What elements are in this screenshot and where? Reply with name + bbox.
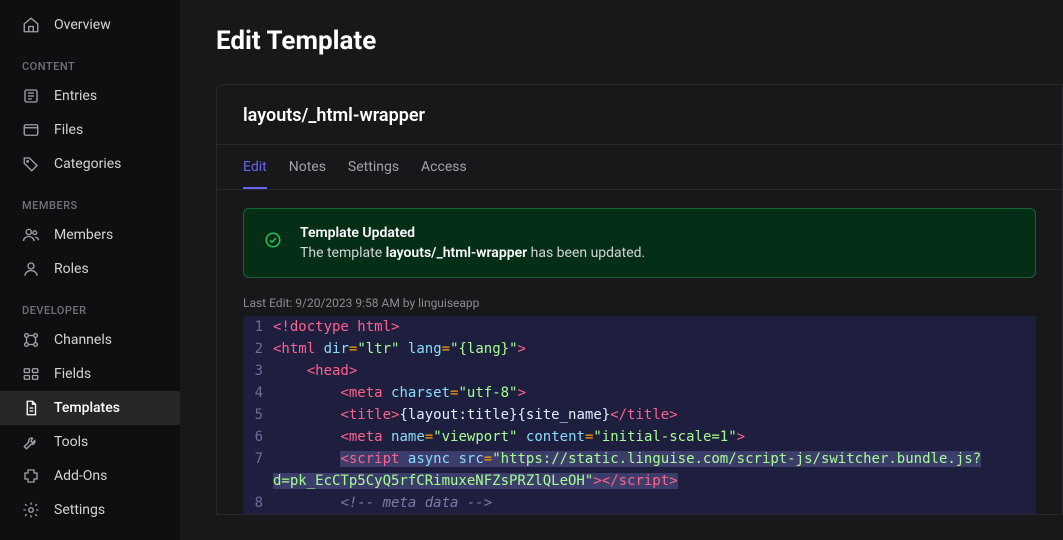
template-name: layouts/_html-wrapper [243, 105, 1036, 126]
sidebar-item-settings[interactable]: Settings [0, 493, 180, 527]
alert-template-name: layouts/_html-wrapper [386, 245, 528, 261]
sidebar-item-label: Add-Ons [54, 468, 107, 484]
tab-access[interactable]: Access [421, 145, 467, 189]
sidebar-item-overview[interactable]: Overview [0, 8, 180, 42]
tools-icon [22, 433, 40, 451]
code-content[interactable]: <title>{layout:title}{site_name}</title> [273, 404, 678, 426]
sidebar-item-files[interactable]: Files [0, 113, 180, 147]
sidebar-item-addons[interactable]: Add-Ons [0, 459, 180, 493]
gear-icon [22, 501, 40, 519]
sidebar-item-templates[interactable]: Templates [0, 391, 180, 425]
alert-title: Template Updated [300, 225, 645, 241]
code-line[interactable]: 3 <head> [243, 360, 1036, 382]
users-icon [22, 226, 40, 244]
code-content[interactable]: <!-- meta data --> [273, 492, 492, 514]
sidebar-item-label: Files [54, 122, 83, 138]
fields-icon [22, 365, 40, 383]
code-line[interactable]: 2<html dir="ltr" lang="{lang}"> [243, 338, 1036, 360]
sidebar-item-channels[interactable]: Channels [0, 323, 180, 357]
line-number: 2 [243, 338, 273, 360]
files-icon [22, 121, 40, 139]
code-line[interactable]: 7 <script async src="https://static.ling… [243, 448, 1036, 470]
sidebar-item-label: Channels [54, 332, 112, 348]
code-content[interactable]: <script async src="https://static.lingui… [273, 448, 981, 470]
code-content[interactable]: <meta name="viewport" content="initial-s… [273, 426, 745, 448]
sidebar-section-content: CONTENT [0, 42, 180, 79]
code-line[interactable]: 6 <meta name="viewport" content="initial… [243, 426, 1036, 448]
alert-suffix: has been updated. [527, 245, 645, 261]
sidebar-item-fields[interactable]: Fields [0, 357, 180, 391]
sidebar-item-label: Tools [54, 434, 88, 450]
home-icon [22, 16, 40, 34]
tabs: Edit Notes Settings Access [217, 145, 1062, 190]
sidebar-item-label: Fields [54, 366, 91, 382]
code-content[interactable]: <!doctype html> [273, 316, 399, 338]
sidebar-item-label: Settings [54, 502, 105, 518]
alert-content: Template Updated The template layouts/_h… [300, 225, 645, 261]
line-number: 8 [243, 492, 273, 514]
tab-notes[interactable]: Notes [289, 145, 326, 189]
sidebar-item-members[interactable]: Members [0, 218, 180, 252]
alert-prefix: The template [300, 245, 386, 261]
line-number: 3 [243, 360, 273, 382]
code-content[interactable]: <head> [273, 360, 357, 382]
line-number: 5 [243, 404, 273, 426]
code-editor[interactable]: 1<!doctype html>2<html dir="ltr" lang="{… [243, 316, 1036, 514]
sidebar-item-tools[interactable]: Tools [0, 425, 180, 459]
code-line[interactable]: 5 <title>{layout:title}{site_name}</titl… [243, 404, 1036, 426]
code-line[interactable]: d=pk_EcCTp5CyQ5rfCRimuxeNFZsPRZlQLeOH"><… [243, 470, 1036, 492]
sidebar-item-label: Overview [54, 17, 111, 33]
template-card: layouts/_html-wrapper Edit Notes Setting… [216, 84, 1063, 515]
alert-body: The template layouts/_html-wrapper has b… [300, 245, 645, 261]
user-icon [22, 260, 40, 278]
sidebar-item-label: Members [54, 227, 113, 243]
tag-icon [22, 155, 40, 173]
channels-icon [22, 331, 40, 349]
success-alert: Template Updated The template layouts/_h… [243, 208, 1036, 278]
tab-edit[interactable]: Edit [243, 145, 267, 189]
last-edit-meta: Last Edit: 9/20/2023 9:58 AM by linguise… [243, 296, 1036, 310]
templates-icon [22, 399, 40, 417]
card-header: layouts/_html-wrapper [217, 85, 1062, 145]
card-body: Template Updated The template layouts/_h… [217, 190, 1062, 514]
code-content[interactable]: <meta charset="utf-8"> [273, 382, 526, 404]
sidebar-section-developer: DEVELOPER [0, 286, 180, 323]
sidebar-item-label: Templates [54, 400, 120, 416]
check-circle-icon [264, 231, 282, 249]
page-title: Edit Template [216, 26, 1063, 56]
sidebar-item-label: Categories [54, 156, 121, 172]
code-content[interactable]: <html dir="ltr" lang="{lang}"> [273, 338, 526, 360]
line-number: 4 [243, 382, 273, 404]
line-number: 1 [243, 316, 273, 338]
line-number: 7 [243, 448, 273, 470]
sidebar-section-members: MEMBERS [0, 181, 180, 218]
code-content[interactable]: d=pk_EcCTp5CyQ5rfCRimuxeNFZsPRZlQLeOH"><… [273, 470, 678, 492]
sidebar-item-entries[interactable]: Entries [0, 79, 180, 113]
sidebar-item-label: Entries [54, 88, 97, 104]
line-number: 6 [243, 426, 273, 448]
line-number [243, 470, 273, 492]
puzzle-icon [22, 467, 40, 485]
code-line[interactable]: 4 <meta charset="utf-8"> [243, 382, 1036, 404]
sidebar-item-categories[interactable]: Categories [0, 147, 180, 181]
sidebar-item-roles[interactable]: Roles [0, 252, 180, 286]
sidebar: Overview CONTENT Entries Files Categorie… [0, 0, 180, 540]
entries-icon [22, 87, 40, 105]
sidebar-item-label: Roles [54, 261, 89, 277]
tab-settings[interactable]: Settings [348, 145, 399, 189]
code-line[interactable]: 1<!doctype html> [243, 316, 1036, 338]
code-line[interactable]: 8 <!-- meta data --> [243, 492, 1036, 514]
main-content: Edit Template layouts/_html-wrapper Edit… [180, 0, 1063, 540]
